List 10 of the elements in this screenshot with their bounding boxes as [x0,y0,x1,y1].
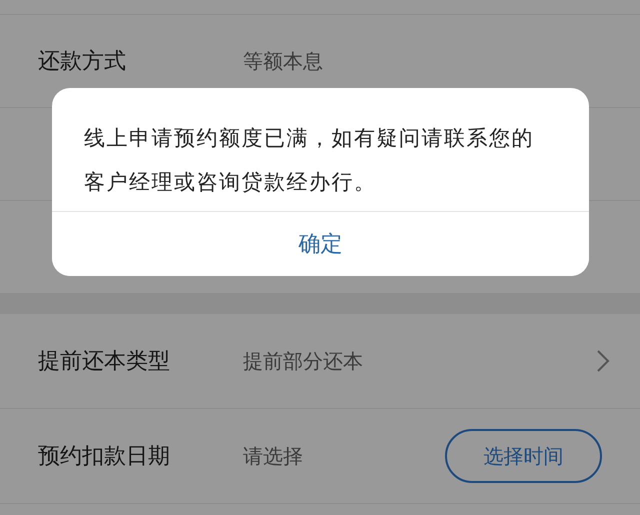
field-value: 等额本息 [243,48,324,74]
field-label: 还款方式 [38,48,127,76]
dialog-message: 线上申请预约额度已满，如有疑问请联系您的客户经理或咨询贷款经办行。 [83,125,535,196]
field-label: 预约扣款日期 [38,443,171,471]
select-time-button[interactable]: 选择时间 [445,429,602,483]
field-label: 提前还本类型 [38,348,171,376]
field-placeholder[interactable]: 请选择 [243,442,445,470]
field-value[interactable]: 提前部分还本 [243,348,596,374]
confirm-button[interactable]: 确定 [52,211,589,276]
chevron-right-icon[interactable] [596,349,610,373]
